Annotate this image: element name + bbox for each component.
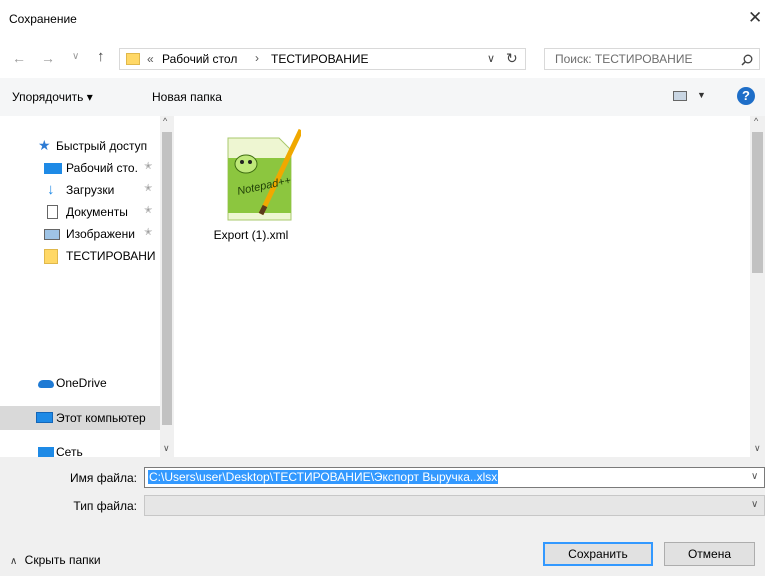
folder-icon <box>44 249 58 264</box>
title-bar: Сохранение ✕ <box>0 0 765 40</box>
onedrive-icon <box>38 380 54 388</box>
breadcrumb-separator: › <box>255 51 259 65</box>
save-form: Имя файла: C:\Users\user\Desktop\ТЕСТИРО… <box>0 457 765 576</box>
nav-downloads[interactable]: ↓ Загрузки ✭ <box>0 179 160 201</box>
chevron-up-icon: ∧ <box>10 556 18 567</box>
nav-item-label: OneDrive <box>56 376 107 390</box>
nav-item-label: Загрузки <box>66 183 115 197</box>
nav-item-label: Рабочий сто. <box>66 161 138 175</box>
scroll-up-icon[interactable]: ^ <box>754 116 758 126</box>
pin-icon[interactable]: ✭ <box>144 161 152 172</box>
nav-network[interactable]: Сеть <box>0 442 160 457</box>
cancel-button[interactable]: Отмена <box>664 542 755 566</box>
pin-icon[interactable]: ✭ <box>144 183 152 194</box>
nav-quick-access[interactable]: ★ Быстрый доступ <box>0 135 160 157</box>
content-scrollbar-thumb[interactable] <box>752 132 763 273</box>
nav-item-label: Документы <box>66 205 128 219</box>
file-list: Notepad++ Export (1).xml <box>174 116 748 457</box>
filetype-dropdown-icon[interactable]: ∨ <box>751 499 758 510</box>
navigation-pane: ★ Быстрый доступ Рабочий сто. ✭ ↓ Загруз… <box>0 116 160 457</box>
filetype-select[interactable]: ∨ <box>144 495 765 516</box>
nav-scrollbar-thumb[interactable] <box>162 132 172 425</box>
nav-item-label: ТЕСТИРОВАНИ <box>66 249 156 263</box>
refresh-icon[interactable]: ↻ <box>506 50 518 67</box>
breadcrumb-desktop[interactable]: Рабочий стол <box>162 52 237 66</box>
organize-button[interactable]: Упорядочить ▾ <box>12 90 93 104</box>
folder-icon <box>126 53 140 65</box>
nav-scrollbar[interactable]: ^ ∨ <box>160 116 174 457</box>
pin-icon[interactable]: ✭ <box>144 205 152 216</box>
nav-desktop[interactable]: Рабочий сто. ✭ <box>0 157 160 179</box>
pictures-icon <box>44 229 60 240</box>
back-icon[interactable]: ← <box>12 50 26 66</box>
up-icon[interactable]: ↑ <box>97 48 105 65</box>
search-box[interactable]: Поиск: ТЕСТИРОВАНИЕ <box>544 48 760 70</box>
nav-onedrive[interactable]: OneDrive <box>0 372 160 394</box>
content-scrollbar[interactable]: ^ ∨ <box>750 116 765 457</box>
breadcrumb-overflow[interactable]: « <box>147 52 154 66</box>
nav-item-label: Сеть <box>56 445 83 457</box>
search-icon[interactable] <box>741 54 753 66</box>
hide-folders-label: Скрыть папки <box>24 553 101 567</box>
help-button[interactable]: ? <box>737 87 755 105</box>
view-dropdown-icon[interactable]: ▼ <box>697 90 706 100</box>
pin-icon[interactable]: ✭ <box>144 227 152 238</box>
nav-this-pc[interactable]: Этот компьютер <box>0 406 160 430</box>
scroll-down-icon[interactable]: ∨ <box>754 443 761 454</box>
address-dropdown-icon[interactable]: ∨ <box>487 52 495 65</box>
nav-item-label: Этот компьютер <box>56 411 146 425</box>
file-name: Export (1).xml <box>213 228 289 242</box>
documents-icon <box>47 205 58 219</box>
nav-item-label: Быстрый доступ <box>56 139 148 153</box>
filename-input[interactable]: C:\Users\user\Desktop\ТЕСТИРОВАНИЕ\Экспо… <box>148 470 499 484</box>
nav-item-label: Изображени <box>66 227 135 241</box>
view-options-icon[interactable] <box>673 91 687 101</box>
new-folder-button[interactable]: Новая папка <box>152 90 222 104</box>
filename-field[interactable]: C:\Users\user\Desktop\ТЕСТИРОВАНИЕ\Экспо… <box>144 467 765 488</box>
forward-icon[interactable]: → <box>41 50 55 66</box>
address-bar[interactable]: « Рабочий стол › ТЕСТИРОВАНИЕ ∨ ↻ <box>119 48 526 70</box>
save-button[interactable]: Сохранить <box>543 542 653 566</box>
scroll-up-icon[interactable]: ^ <box>163 116 167 126</box>
file-item[interactable]: Notepad++ Export (1).xml <box>196 122 306 242</box>
window-title: Сохранение <box>9 12 77 26</box>
filetype-label: Тип файла: <box>73 499 137 513</box>
search-input[interactable]: Поиск: ТЕСТИРОВАНИЕ <box>555 52 692 66</box>
recent-locations-icon[interactable]: ∨ <box>72 51 79 62</box>
desktop-icon <box>44 163 62 174</box>
close-button[interactable]: ✕ <box>748 8 762 28</box>
network-icon <box>38 447 54 457</box>
nav-testing-folder[interactable]: ТЕСТИРОВАНИ <box>0 245 160 267</box>
nav-pictures[interactable]: Изображени ✭ <box>0 223 160 245</box>
hide-folders-toggle[interactable]: ∧ Скрыть папки <box>10 553 101 567</box>
filename-dropdown-icon[interactable]: ∨ <box>751 471 758 482</box>
nav-documents[interactable]: Документы ✭ <box>0 201 160 223</box>
star-icon: ★ <box>38 137 51 153</box>
scroll-down-icon[interactable]: ∨ <box>163 443 170 454</box>
notepadpp-file-icon: Notepad++ <box>227 128 301 221</box>
breadcrumb-testing[interactable]: ТЕСТИРОВАНИЕ <box>271 52 369 66</box>
download-icon: ↓ <box>47 181 55 198</box>
filename-label: Имя файла: <box>70 471 137 485</box>
command-bar: Упорядочить ▾ Новая папка ▼ ? <box>0 78 765 116</box>
computer-icon <box>36 412 53 423</box>
